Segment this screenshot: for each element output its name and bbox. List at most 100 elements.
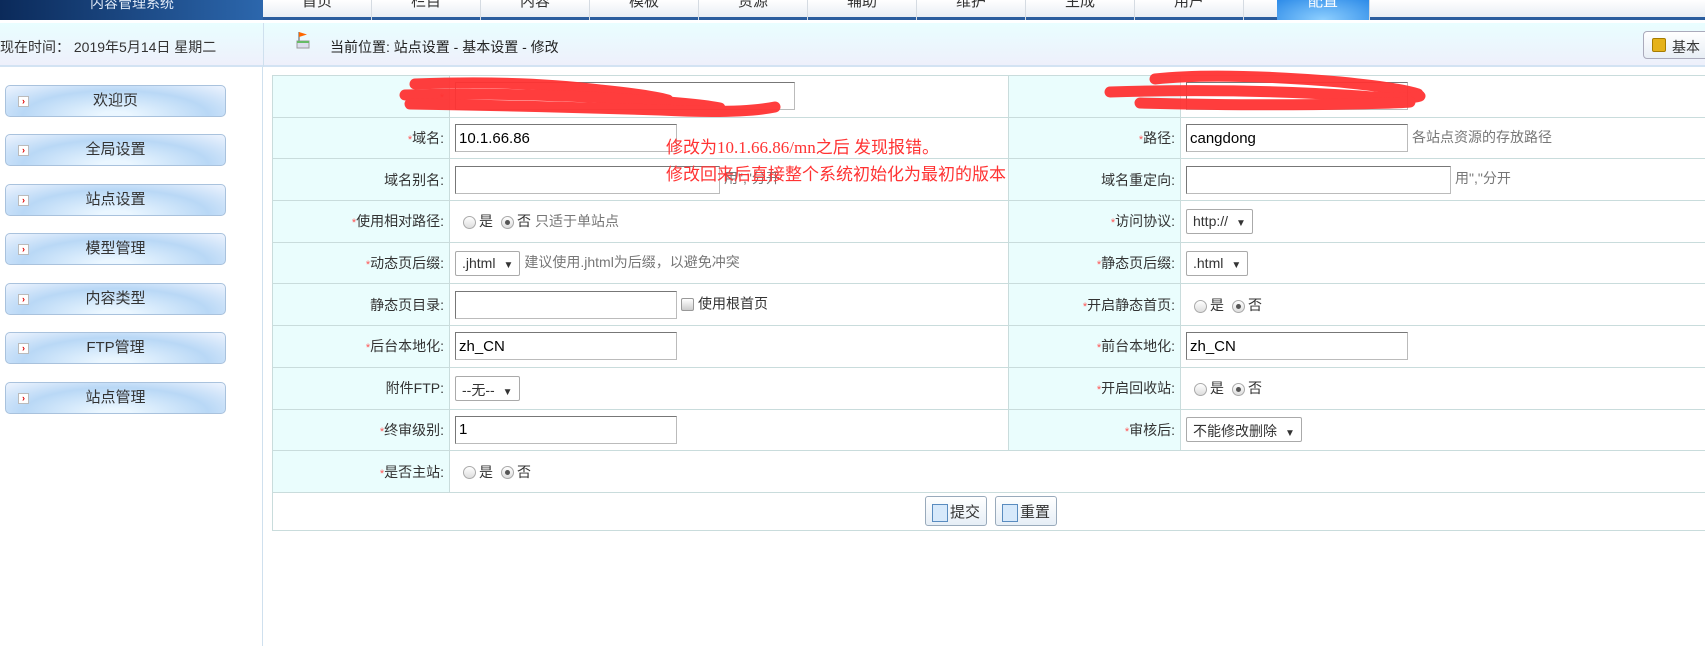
sidebar-item-content-type[interactable]: › 内容类型 xyxy=(5,283,226,315)
master-site-label: *是否主站: xyxy=(272,450,450,493)
recycle-no-radio[interactable] xyxy=(1232,382,1245,396)
submit-button[interactable]: 提交 xyxy=(925,496,988,527)
tab-assist[interactable]: 辅助 xyxy=(808,0,917,20)
dynamic-suffix-label: *动态页后缀: xyxy=(272,241,450,285)
path-label: *路径: xyxy=(1008,116,1181,160)
form-row: *动态页后缀: .jhtml ▼ 建议使用.jhtml为后缀，以避免冲突 *静态页后… xyxy=(272,241,1705,285)
sidebar-item-global-settings[interactable]: › 全局设置 xyxy=(5,134,226,166)
reset-button[interactable]: 重置 xyxy=(995,496,1058,527)
tab-config[interactable]: 配置 xyxy=(1277,0,1370,20)
tab-resource[interactable]: 资源 xyxy=(699,0,808,20)
redirect-cell: 用","分开 xyxy=(1180,158,1705,202)
static-index-cell: 是否 xyxy=(1180,283,1705,327)
static-suffix-cell: .html ▼ xyxy=(1180,241,1705,285)
after-audit-select[interactable]: 不能修改删除 ▼ xyxy=(1186,417,1302,443)
final-level-input[interactable] xyxy=(455,415,677,444)
sidebar: › 欢迎页 › 全局设置 › 站点设置 › 模型管理 › 内容类型 › FTP管理 › 站点管… xyxy=(0,67,263,646)
domain-label: *域名: xyxy=(272,116,450,160)
arrow-icon: › xyxy=(18,393,29,404)
divider xyxy=(263,23,264,67)
static-index-no-radio[interactable] xyxy=(1232,299,1245,313)
arrow-icon: › xyxy=(18,195,29,206)
sidebar-item-model-management[interactable]: › 模型管理 xyxy=(5,233,226,265)
master-no-radio[interactable] xyxy=(501,466,514,480)
form-row: *使用相对路径: 是否只适于单站点 *访问协议: http://▼ xyxy=(272,200,1705,243)
domain-input[interactable] xyxy=(455,124,677,153)
arrow-icon: › xyxy=(18,244,29,255)
recycle-yes-radio[interactable] xyxy=(1194,382,1207,396)
site-name-label: * xyxy=(272,75,450,118)
site-short-name-cell xyxy=(1180,75,1705,118)
alias-input[interactable] xyxy=(455,165,720,194)
dropdown-arrow-icon: ▼ xyxy=(502,386,513,398)
pencil-icon xyxy=(1002,504,1019,523)
domain-cell xyxy=(449,116,1009,160)
sidebar-item-site-settings[interactable]: › 站点设置 xyxy=(5,184,226,216)
basic-button-label: 基本 xyxy=(1672,39,1700,55)
dynamic-suffix-cell: .jhtml ▼ 建议使用.jhtml为后缀，以避免冲突 xyxy=(449,241,1009,285)
form-row: *后台本地化: *前台本地化: xyxy=(272,325,1705,368)
front-locale-input[interactable] xyxy=(1186,332,1408,361)
static-dir-input[interactable] xyxy=(455,290,677,319)
recycle-label: *开启回收站: xyxy=(1008,366,1181,410)
admin-locale-input[interactable] xyxy=(455,332,677,361)
final-level-label: *终审级别: xyxy=(272,408,450,452)
static-suffix-label: *静态页后缀: xyxy=(1008,241,1181,285)
path-cell: 各站点资源的存放路径 xyxy=(1180,116,1705,160)
redirect-input[interactable] xyxy=(1186,165,1451,194)
sidebar-item-label: 内容类型 xyxy=(85,290,146,307)
form-row: *终审级别: *审核后: 不能修改删除▼ xyxy=(272,408,1705,452)
alias-label: 域名别名: xyxy=(272,158,450,202)
final-level-cell xyxy=(449,408,1009,452)
admin-locale-label: *后台本地化: xyxy=(272,325,450,368)
site-settings-form: * *域名: *路径: 各站点资源的存放路径 域名别名: 用","分开 域名重定… xyxy=(272,75,1705,531)
relative-yes-radio[interactable] xyxy=(463,216,476,230)
master-site-cell: 是否 xyxy=(449,450,1705,493)
tab-content[interactable]: 内容 xyxy=(481,0,590,20)
tab-channel[interactable]: 栏目 xyxy=(372,0,481,20)
tab-template[interactable]: 模板 xyxy=(590,0,699,20)
sidebar-item-ftp-management[interactable]: › FTP管理 xyxy=(5,332,226,364)
dynamic-suffix-select[interactable]: .jhtml ▼ xyxy=(455,250,521,276)
path-input[interactable] xyxy=(1186,124,1408,153)
tab-user[interactable]: 用户 xyxy=(1135,0,1244,20)
sidebar-item-label: 模型管理 xyxy=(85,240,146,257)
use-root-index-label: 使用根首页 xyxy=(698,295,768,312)
form-actions-row: 提交 重置 xyxy=(272,491,1705,531)
after-audit-cell: 不能修改删除 ▼ xyxy=(1180,408,1705,452)
sidebar-item-label: 全局设置 xyxy=(85,141,146,158)
static-index-label: *开启静态首页: xyxy=(1008,283,1181,327)
use-root-index-checkbox[interactable] xyxy=(681,298,694,312)
basic-button[interactable]: 基本 xyxy=(1643,31,1705,59)
lock-icon xyxy=(1652,38,1666,52)
ftp-label: 附件FTP: xyxy=(272,366,450,410)
breadcrumb: 当前位置: 站点设置 - 基本设置 - 修改 xyxy=(330,39,559,55)
site-short-name-label xyxy=(1008,75,1181,118)
tab-home[interactable]: 首页 xyxy=(263,0,372,20)
arrow-icon: › xyxy=(18,294,29,305)
info-bar: 现在时间： 2019年5月14日 星期二 当前位置: 站点设置 - 基本设置 -… xyxy=(0,23,1705,67)
alias-hint: 用","分开 xyxy=(724,170,780,187)
protocol-select[interactable]: http://▼ xyxy=(1186,208,1253,234)
ftp-select[interactable]: --无-- ▼ xyxy=(455,375,520,401)
sidebar-item-label: 站点管理 xyxy=(85,389,146,406)
site-name-input[interactable] xyxy=(455,82,795,111)
sidebar-item-welcome[interactable]: › 欢迎页 xyxy=(5,85,226,117)
static-suffix-select[interactable]: .html ▼ xyxy=(1186,250,1249,276)
sidebar-item-label: 站点设置 xyxy=(85,191,146,208)
dropdown-arrow-icon: ▼ xyxy=(503,259,514,271)
path-hint: 各站点资源的存放路径 xyxy=(1412,128,1552,145)
dropdown-arrow-icon: ▼ xyxy=(1236,217,1246,229)
sidebar-item-label: 欢迎页 xyxy=(92,92,138,109)
tab-maintain[interactable]: 维护 xyxy=(917,0,1026,20)
site-short-name-input[interactable] xyxy=(1186,82,1408,111)
site-name-cell xyxy=(449,75,1009,118)
check-icon xyxy=(932,504,948,523)
tab-generate[interactable]: 生成 xyxy=(1026,0,1135,20)
static-index-yes-radio[interactable] xyxy=(1194,299,1207,313)
sidebar-item-site-management[interactable]: › 站点管理 xyxy=(5,382,226,414)
master-yes-radio[interactable] xyxy=(463,466,476,480)
form-row: * xyxy=(272,75,1705,118)
form-actions: 提交 重置 xyxy=(272,491,1705,531)
relative-no-radio[interactable] xyxy=(501,216,514,230)
